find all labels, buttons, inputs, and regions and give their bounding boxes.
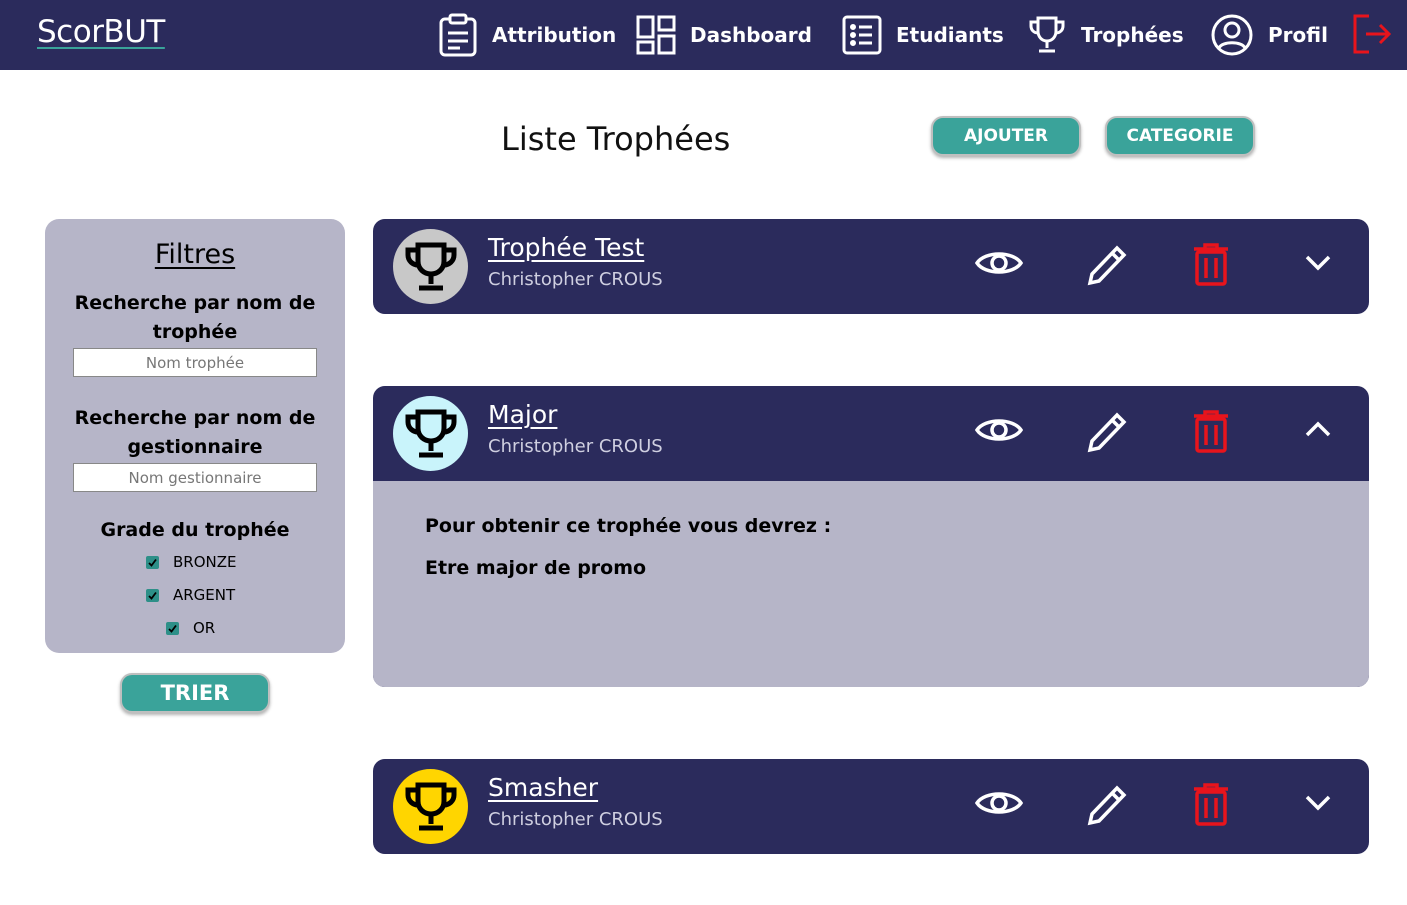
checkbox-checked-icon[interactable] bbox=[146, 588, 159, 602]
edit-button[interactable] bbox=[1085, 243, 1127, 291]
nav-etudiants-label: Etudiants bbox=[896, 23, 1004, 47]
trophy-owner: Christopher CROUS bbox=[488, 436, 663, 457]
filters-panel: Filtres Recherche par nom de trophée Rec… bbox=[45, 219, 345, 653]
trophy-card-header: Major Christopher CROUS bbox=[373, 386, 1369, 481]
navbar: ScorBUT Attribution Dashboard Etudiants … bbox=[0, 0, 1407, 70]
chevron-up-icon bbox=[1305, 421, 1331, 437]
grade-argent-label: ARGENT bbox=[173, 586, 236, 604]
user-circle-icon bbox=[1211, 14, 1253, 56]
nav-trophees[interactable]: Trophées bbox=[1027, 0, 1184, 70]
trophy-card: Trophée Test Christopher CROUS bbox=[373, 219, 1369, 314]
trophy-owner: Christopher CROUS bbox=[488, 269, 663, 290]
logout-icon bbox=[1353, 14, 1392, 54]
eye-icon bbox=[974, 792, 1024, 814]
trophy-card-header: Smasher Christopher CROUS bbox=[373, 759, 1369, 854]
collapse-button[interactable] bbox=[1303, 410, 1333, 454]
trophy-avatar bbox=[393, 769, 468, 844]
trophy-icon bbox=[405, 782, 456, 830]
view-button[interactable] bbox=[974, 410, 1024, 454]
manager-name-input[interactable] bbox=[73, 463, 317, 492]
grade-checkbox-argent[interactable]: ARGENT bbox=[146, 586, 235, 604]
grade-bronze-label: BRONZE bbox=[173, 553, 237, 571]
nav-attribution[interactable]: Attribution bbox=[438, 0, 616, 70]
trash-icon bbox=[1194, 243, 1228, 286]
pencil-icon bbox=[1087, 245, 1127, 286]
trophy-detail-condition: Etre major de promo bbox=[425, 557, 647, 579]
delete-button[interactable] bbox=[1192, 410, 1230, 458]
manager-search-label: Recherche par nom de gestionnaire bbox=[74, 407, 316, 458]
trophy-details: Pour obtenir ce trophée vous devrez : Et… bbox=[373, 481, 1369, 687]
trophy-icon bbox=[405, 409, 456, 457]
trophy-name[interactable]: Smasher bbox=[488, 773, 598, 802]
name-search-label: Recherche par nom de trophée bbox=[74, 292, 316, 343]
expand-button[interactable] bbox=[1303, 783, 1333, 827]
pencil-icon bbox=[1087, 785, 1127, 826]
grade-checkbox-bronze[interactable]: BRONZE bbox=[146, 553, 237, 571]
delete-button[interactable] bbox=[1192, 783, 1230, 831]
trophy-card: Major Christopher CROUS Pour obtenir ce … bbox=[373, 386, 1369, 687]
checkbox-checked-icon[interactable] bbox=[166, 621, 179, 635]
edit-button[interactable] bbox=[1085, 410, 1127, 458]
nav-etudiants[interactable]: Etudiants bbox=[842, 0, 1004, 70]
eye-icon bbox=[974, 419, 1024, 441]
logout-button[interactable] bbox=[1352, 13, 1392, 59]
eye-icon bbox=[974, 252, 1024, 274]
nav-trophees-label: Trophées bbox=[1081, 23, 1184, 47]
brand-logo[interactable]: ScorBUT bbox=[37, 14, 165, 50]
trophy-avatar bbox=[393, 229, 468, 304]
nav-profil-label: Profil bbox=[1268, 23, 1328, 47]
grade-label: Grade du trophée bbox=[100, 519, 290, 541]
trophy-avatar bbox=[393, 396, 468, 471]
sort-button[interactable]: TRIER bbox=[120, 673, 270, 713]
trophy-card: Smasher Christopher CROUS bbox=[373, 759, 1369, 854]
nav-profil[interactable]: Profil bbox=[1210, 0, 1328, 70]
nav-attribution-label: Attribution bbox=[492, 23, 617, 47]
trophy-icon bbox=[1029, 16, 1065, 53]
expand-button[interactable] bbox=[1303, 243, 1333, 287]
nav-dashboard-label: Dashboard bbox=[690, 23, 812, 47]
trophy-name[interactable]: Trophée Test bbox=[488, 233, 644, 262]
trophy-name[interactable]: Major bbox=[488, 400, 557, 429]
list-icon bbox=[842, 15, 882, 55]
grade-checkbox-or[interactable]: OR bbox=[166, 619, 215, 637]
trash-icon bbox=[1194, 783, 1228, 826]
nav-dashboard[interactable]: Dashboard bbox=[636, 0, 812, 70]
trophy-name-input[interactable] bbox=[73, 348, 317, 377]
edit-button[interactable] bbox=[1085, 783, 1127, 831]
trophy-icon bbox=[405, 242, 456, 290]
view-button[interactable] bbox=[974, 243, 1024, 287]
clipboard-icon bbox=[439, 13, 477, 57]
checkbox-checked-icon[interactable] bbox=[146, 555, 159, 569]
add-trophy-button[interactable]: AJOUTER bbox=[931, 116, 1081, 156]
category-button[interactable]: CATEGORIE bbox=[1105, 116, 1255, 156]
pencil-icon bbox=[1087, 412, 1127, 453]
trophy-detail-intro: Pour obtenir ce trophée vous devrez : bbox=[425, 515, 832, 537]
chevron-down-icon bbox=[1305, 255, 1331, 271]
filters-title: Filtres bbox=[154, 239, 236, 270]
delete-button[interactable] bbox=[1192, 243, 1230, 291]
chevron-down-icon bbox=[1305, 795, 1331, 811]
view-button[interactable] bbox=[974, 783, 1024, 827]
trophy-card-header: Trophée Test Christopher CROUS bbox=[373, 219, 1369, 314]
page-title: Liste Trophées bbox=[501, 120, 731, 158]
trash-icon bbox=[1194, 410, 1228, 453]
trophy-owner: Christopher CROUS bbox=[488, 809, 663, 830]
dashboard-icon bbox=[636, 15, 676, 55]
grade-or-label: OR bbox=[193, 619, 216, 637]
